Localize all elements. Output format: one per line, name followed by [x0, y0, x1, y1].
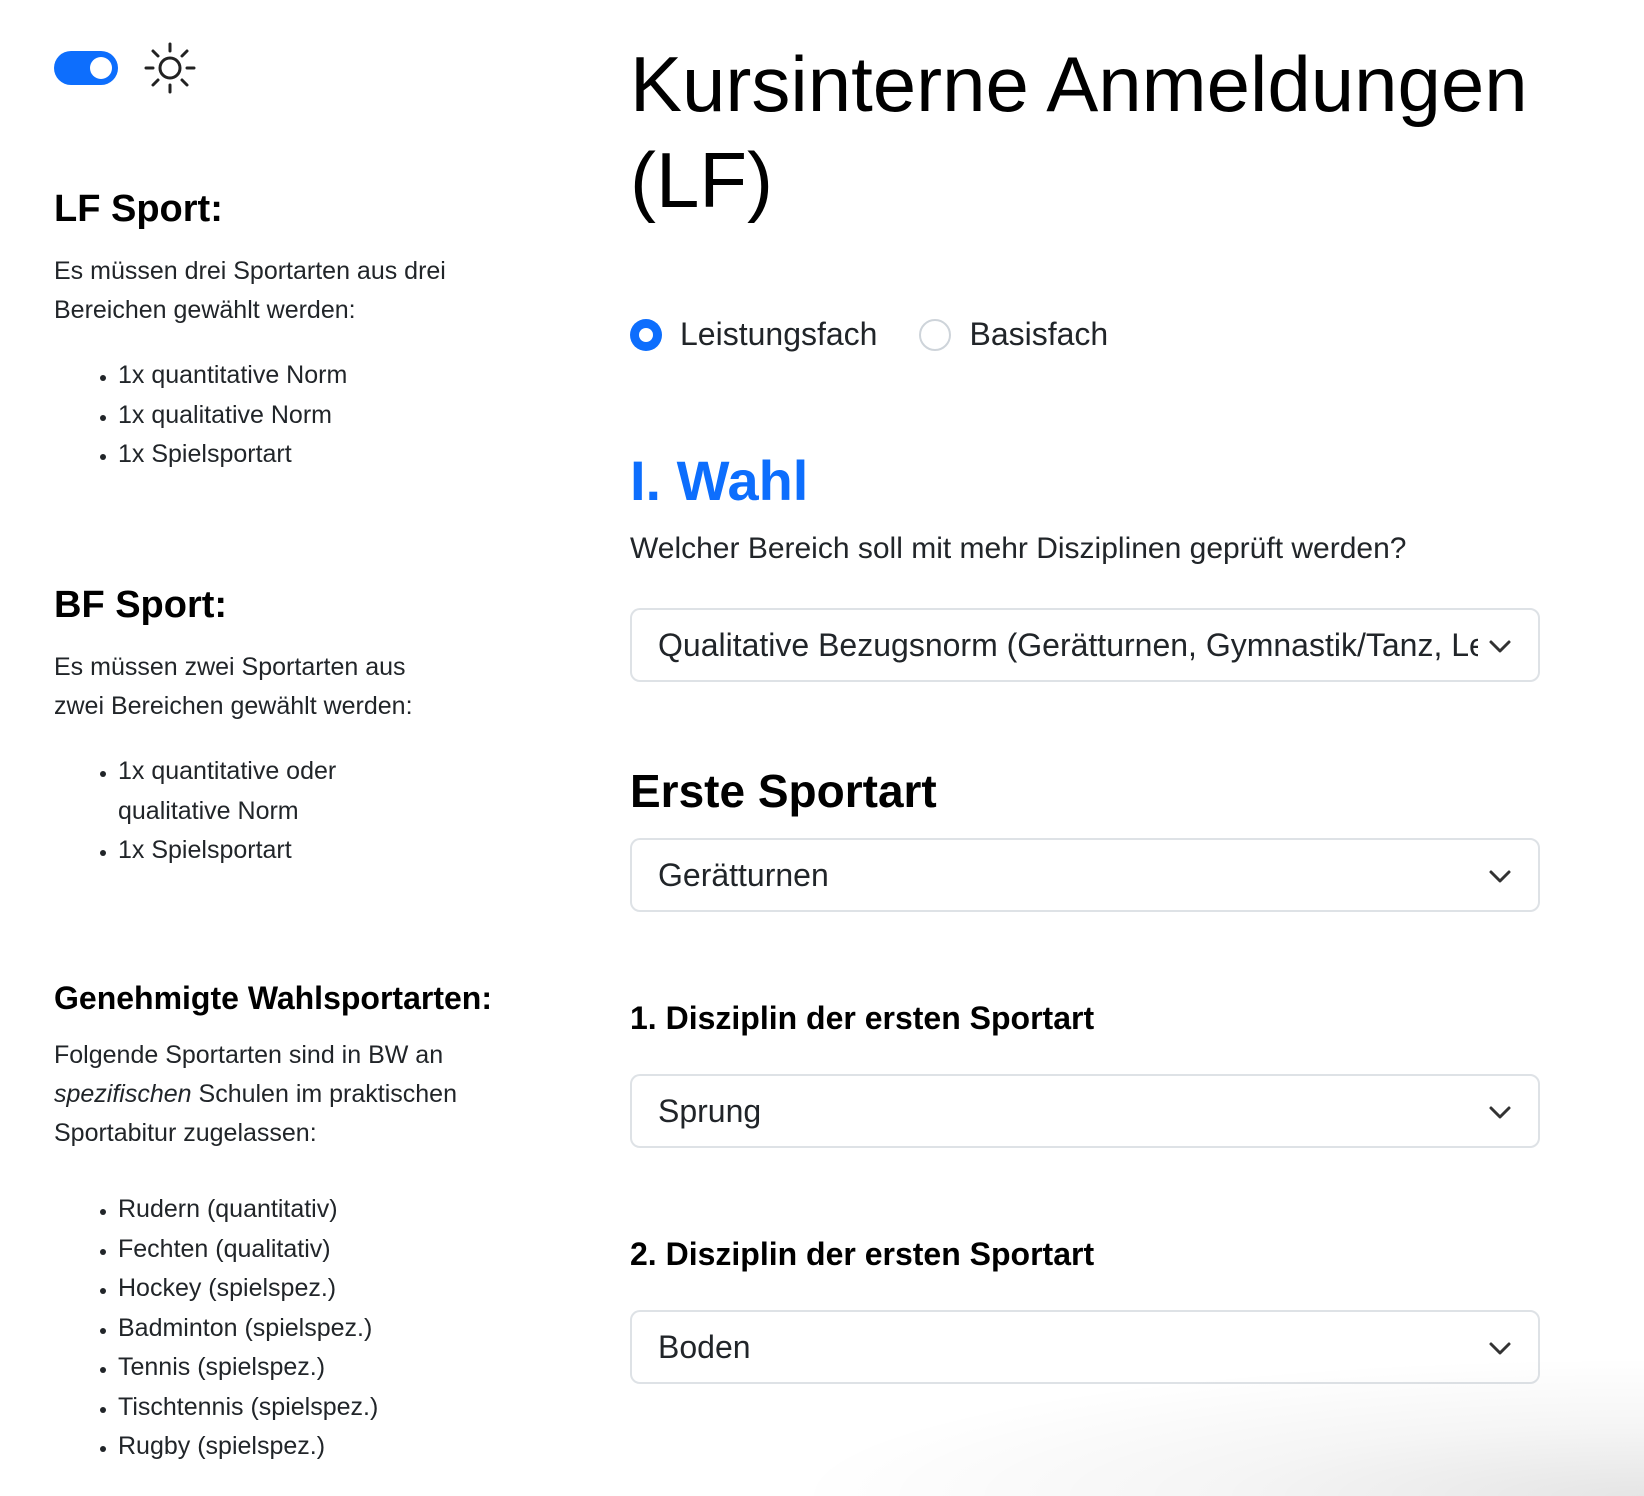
lf-sport-text: Es müssen drei Sportarten aus drei Berei… — [54, 257, 446, 324]
lf-sport-heading: LF Sport: — [54, 188, 223, 230]
chevron-down-icon — [1489, 870, 1511, 883]
list-item: Hockey (spielspez.) — [118, 1269, 378, 1309]
genehmigte-text-emphasis: spezifischen — [54, 1080, 192, 1108]
chevron-down-icon — [1489, 1342, 1511, 1355]
lf-sport-list: 1x quantitative Norm 1x qualitative Norm… — [64, 356, 347, 475]
chevron-down-icon — [1489, 640, 1511, 653]
genehmigte-text-part: Folgende Sportarten sind in BW an — [54, 1041, 444, 1069]
radio-basisfach[interactable] — [919, 318, 952, 351]
theme-toggle[interactable] — [54, 51, 118, 85]
erste-sportart-select[interactable]: Gerätturnen — [630, 838, 1540, 912]
wahl-heading: I. Wahl — [630, 449, 809, 512]
bereich-select[interactable]: Qualitative Bezugsnorm (Gerätturnen, Gym… — [630, 608, 1540, 682]
radio-label-leistungsfach[interactable]: Leistungsfach — [680, 316, 877, 353]
list-item: Tennis (spielspez.) — [118, 1348, 378, 1388]
genehmigte-text: Folgende Sportarten sind in BW an spezif… — [54, 1036, 484, 1153]
list-item: Fechten (qualitativ) — [118, 1230, 378, 1270]
radio-label-basisfach[interactable]: Basisfach — [969, 316, 1108, 353]
list-item: 1x quantitative oder qualitative Norm — [118, 752, 418, 831]
list-item: 1x quantitative Norm — [118, 356, 347, 396]
disziplin2-heading: 2. Disziplin der ersten Sportart — [630, 1236, 1095, 1272]
genehmigte-heading: Genehmigte Wahlsportarten: — [54, 980, 492, 1016]
toggle-knob — [90, 57, 112, 79]
bf-sport-heading: BF Sport: — [54, 584, 228, 626]
list-item: 1x Spielsportart — [118, 435, 347, 475]
fach-radio-group: Leistungsfach Basisfach — [630, 316, 1150, 353]
sun-icon[interactable] — [144, 42, 196, 94]
disziplin2-value: Boden — [658, 1328, 751, 1365]
list-item: 1x Spielsportart — [118, 831, 418, 871]
disziplin1-select[interactable]: Sprung — [630, 1074, 1540, 1148]
list-item: 1x qualitative Norm — [118, 396, 347, 436]
bereich-question: Welcher Bereich soll mit mehr Diszipline… — [630, 532, 1407, 565]
erste-sportart-value: Gerätturnen — [658, 856, 829, 893]
page-title: Kursinterne Anmeldungen (LF) — [630, 40, 1528, 224]
list-item: Badminton (spielspez.) — [118, 1309, 378, 1349]
bf-sport-text: Es müssen zwei Sportarten aus zwei Berei… — [54, 653, 413, 720]
list-item: Tischtennis (spielspez.) — [118, 1388, 378, 1428]
erste-sportart-heading: Erste Sportart — [630, 765, 937, 817]
list-item: Rudern (quantitativ) — [118, 1190, 378, 1230]
list-item: Rugby (spielspez.) — [118, 1427, 378, 1467]
genehmigte-list: Rudern (quantitativ) Fechten (qualitativ… — [64, 1190, 378, 1467]
radio-leistungsfach[interactable] — [630, 318, 662, 351]
page: LF Sport: Es müssen drei Sportarten aus … — [0, 0, 1644, 1496]
chevron-down-icon — [1489, 1106, 1511, 1119]
bf-sport-list: 1x quantitative oder qualitative Norm 1x… — [64, 752, 418, 871]
disziplin1-value: Sprung — [658, 1092, 762, 1129]
bereich-select-value: Qualitative Bezugsnorm (Gerätturnen, Gym… — [658, 626, 1478, 663]
theme-switcher — [54, 42, 196, 94]
disziplin2-select[interactable]: Boden — [630, 1310, 1540, 1384]
disziplin1-heading: 1. Disziplin der ersten Sportart — [630, 1000, 1095, 1036]
